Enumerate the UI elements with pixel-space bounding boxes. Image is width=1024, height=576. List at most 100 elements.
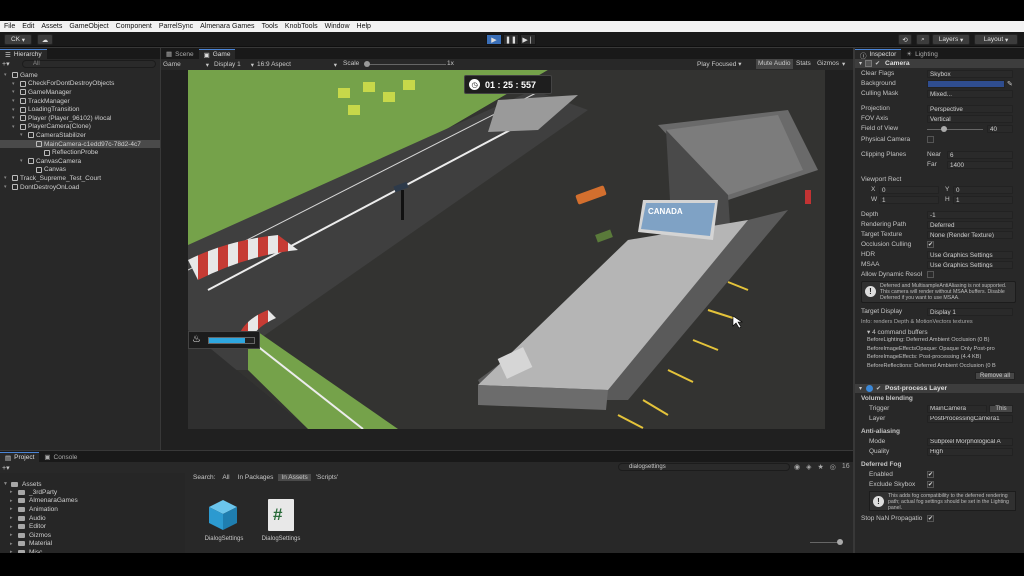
expand-icon[interactable]: ▾ bbox=[20, 158, 26, 164]
hierarchy-item[interactable]: ▾ GameManager bbox=[12, 88, 160, 97]
fog-enabled-checkbox[interactable]: ✔ bbox=[927, 470, 934, 478]
expand-icon[interactable]: ▸ bbox=[10, 506, 16, 512]
play-button[interactable]: ▶ bbox=[486, 34, 502, 45]
scale-slider[interactable] bbox=[366, 64, 446, 65]
expand-icon[interactable]: ▾ bbox=[859, 385, 862, 392]
cloud-icon[interactable]: ☁ bbox=[37, 34, 53, 45]
gizmos-menu-icon[interactable]: ▾ bbox=[842, 60, 845, 68]
icon-size-thumb[interactable] bbox=[837, 539, 843, 545]
favorite-icon[interactable]: ★ bbox=[818, 463, 824, 471]
stats-toggle[interactable]: Stats bbox=[796, 60, 811, 67]
tab-game[interactable]: ▣ Game bbox=[198, 49, 236, 59]
expand-icon[interactable]: ▸ bbox=[10, 489, 16, 495]
expand-icon[interactable]: ▾ bbox=[12, 115, 18, 121]
expand-icon[interactable]: ▸ bbox=[10, 498, 16, 504]
expand-icon[interactable]: ▾ bbox=[4, 184, 10, 190]
menu-item[interactable]: ParrelSync bbox=[159, 23, 193, 30]
search-icon[interactable]: ⌕ bbox=[916, 34, 930, 45]
target-texture-field[interactable]: None (Render Texture) bbox=[927, 231, 1013, 239]
asset-dialogsettings-script[interactable]: # bbox=[268, 499, 294, 531]
folder-item[interactable]: ▸ Audio bbox=[10, 514, 46, 523]
expand-icon[interactable]: ▸ bbox=[10, 524, 16, 530]
expand-icon[interactable]: ▾ bbox=[12, 124, 18, 130]
step-button[interactable]: ▶❘ bbox=[520, 34, 536, 45]
enable-checkbox[interactable]: ✔ bbox=[875, 60, 880, 67]
command-buffers-header[interactable]: ▾ 4 command buffers bbox=[867, 328, 928, 336]
physical-camera-checkbox[interactable] bbox=[927, 136, 934, 143]
layout-dropdown[interactable]: Layout ▾ bbox=[974, 34, 1018, 45]
folder-item[interactable]: ▸ Misc bbox=[10, 548, 42, 553]
enable-checkbox[interactable]: ✔ bbox=[876, 385, 881, 392]
eye-icon[interactable]: ◎ bbox=[830, 463, 836, 471]
aspect-dropdown[interactable]: 16:9 Aspect ▾ bbox=[257, 60, 337, 69]
tab-project[interactable]: ▤ Project bbox=[0, 452, 40, 462]
menu-item[interactable]: Window bbox=[325, 23, 350, 30]
expand-icon[interactable]: ▸ bbox=[10, 532, 16, 538]
display-dropdown[interactable]: Display 1 ▾ bbox=[214, 60, 254, 69]
filter-type-icon[interactable]: ◉ bbox=[794, 463, 800, 471]
mute-audio-toggle[interactable]: Mute Audio bbox=[756, 59, 793, 69]
aa-quality-dropdown[interactable]: High bbox=[927, 447, 1013, 456]
filter-tab[interactable]: All bbox=[219, 474, 232, 481]
filter-tab[interactable]: In Assets bbox=[278, 474, 311, 481]
trigger-field[interactable]: MainCamera bbox=[927, 404, 987, 413]
ppl-component-header[interactable]: ▾ ✔ Post-process Layer bbox=[855, 383, 1024, 393]
fov-input[interactable]: 40 bbox=[987, 125, 1013, 133]
exclude-skybox-checkbox[interactable]: ✔ bbox=[927, 480, 934, 488]
menu-item[interactable]: Tools bbox=[262, 23, 278, 30]
hierarchy-search-input[interactable]: All bbox=[22, 60, 156, 68]
fov-axis-dropdown[interactable]: Vertical bbox=[927, 115, 1013, 123]
menu-item[interactable]: Component bbox=[116, 23, 152, 30]
hdr-dropdown[interactable]: Use Graphics Settings bbox=[927, 251, 1013, 259]
clear-flags-dropdown[interactable]: Skybox bbox=[927, 70, 1013, 78]
expand-icon[interactable]: ▸ bbox=[10, 549, 16, 553]
display-mode-dropdown[interactable]: Game ▾ bbox=[163, 60, 209, 69]
tab-console[interactable]: ▣ Console bbox=[39, 452, 82, 462]
icon-size-slider[interactable] bbox=[810, 542, 840, 543]
viewport-w-input[interactable]: 1 bbox=[879, 196, 939, 204]
folder-item[interactable]: ▸ Animation bbox=[10, 505, 58, 514]
expand-icon[interactable]: ▾ bbox=[12, 107, 18, 113]
add-icon[interactable]: +▾ bbox=[2, 60, 12, 68]
history-icon[interactable]: ⟲ bbox=[898, 34, 912, 45]
project-search-input[interactable]: dialogsettings bbox=[618, 463, 790, 471]
rendering-path-dropdown[interactable]: Deferred bbox=[927, 221, 1013, 229]
this-button[interactable]: This bbox=[989, 404, 1013, 413]
hierarchy-item[interactable]: ▾ Game bbox=[4, 71, 160, 80]
near-input[interactable]: 6 bbox=[947, 151, 1013, 159]
folder-item[interactable]: ▸ Editor bbox=[10, 522, 46, 531]
far-input[interactable]: 1400 bbox=[947, 161, 1013, 169]
menu-item[interactable]: KnobTools bbox=[285, 23, 318, 30]
game-viewport[interactable]: CANADA ◷ 01 : 25 : 557 ♨ bbox=[188, 70, 825, 429]
tab-hierarchy[interactable]: ☰ Hierarchy bbox=[0, 49, 47, 59]
expand-icon[interactable]: ▾ bbox=[4, 175, 10, 181]
camera-component-header[interactable]: ▾ ✔ Camera bbox=[855, 59, 1024, 68]
hierarchy-item[interactable]: ▾ TrackManager bbox=[12, 97, 160, 106]
menu-item[interactable]: File bbox=[4, 23, 15, 30]
expand-icon[interactable]: ▸ bbox=[10, 541, 16, 547]
menu-item[interactable]: Almenara Games bbox=[200, 23, 254, 30]
viewport-x-input[interactable]: 0 bbox=[879, 186, 939, 194]
stop-nan-checkbox[interactable]: ✔ bbox=[927, 514, 934, 522]
pause-button[interactable]: ❚❚ bbox=[503, 34, 519, 45]
depth-input[interactable]: -1 bbox=[927, 211, 1013, 219]
expand-icon[interactable]: ▾ bbox=[12, 89, 18, 95]
hierarchy-item[interactable]: ▾ CanvasCamera bbox=[20, 157, 160, 166]
hierarchy-item[interactable]: ▾ DontDestroyOnLoad bbox=[4, 183, 160, 192]
culling-mask-dropdown[interactable]: Mixed... bbox=[927, 90, 1013, 98]
occlusion-checkbox[interactable]: ✔ bbox=[927, 241, 934, 248]
menu-item[interactable]: Edit bbox=[22, 23, 34, 30]
expand-icon[interactable]: ▾ bbox=[859, 60, 862, 67]
remove-all-button[interactable]: Remove all bbox=[975, 371, 1015, 380]
viewport-h-input[interactable]: 1 bbox=[953, 196, 1013, 204]
hierarchy-item[interactable]: ▾ Track_Supreme_Test_Court bbox=[4, 174, 160, 183]
projection-dropdown[interactable]: Perspective bbox=[927, 105, 1013, 113]
menu-item[interactable]: Assets bbox=[41, 23, 62, 30]
hierarchy-item[interactable]: ▾ Player (Player_96102) #local bbox=[12, 114, 160, 123]
layers-dropdown[interactable]: Layers ▾ bbox=[932, 34, 970, 45]
tab-scene[interactable]: ▦ Scene bbox=[161, 49, 199, 59]
add-asset-icon[interactable]: +▾ bbox=[2, 464, 10, 472]
hierarchy-item[interactable]: ▾ PlayerCamera(Clone) bbox=[12, 123, 160, 132]
asset-dialogsettings-prefab[interactable] bbox=[208, 499, 238, 531]
play-focused-dropdown[interactable]: Play Focused ▾ bbox=[697, 60, 741, 68]
